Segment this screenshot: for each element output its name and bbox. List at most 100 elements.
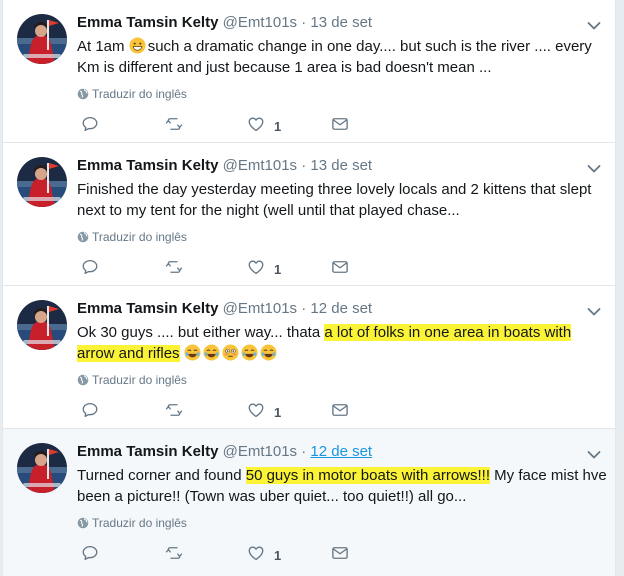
tweet-text-segment: such a dramatic change in one day.... bu… bbox=[77, 38, 592, 76]
avatar-photo bbox=[17, 157, 67, 207]
reply-icon bbox=[81, 258, 99, 281]
chevron-down-icon[interactable] bbox=[587, 161, 601, 173]
message-button[interactable] bbox=[331, 116, 349, 136]
envelope-icon bbox=[331, 401, 349, 424]
avatar-photo bbox=[17, 443, 67, 493]
tears-of-joy-emoji bbox=[184, 344, 201, 361]
translate-label: Traduzir do inglês bbox=[92, 230, 187, 244]
heart-icon bbox=[247, 401, 265, 424]
message-button[interactable] bbox=[331, 402, 349, 422]
tweet-text-segment: Ok 30 guys .... but either way... thata bbox=[77, 324, 325, 341]
author-handle[interactable]: @Emt101s bbox=[223, 300, 297, 317]
tweet-text: Finished the day yesterday meeting three… bbox=[77, 179, 611, 221]
reply-button[interactable] bbox=[81, 402, 99, 422]
tweet[interactable]: Emma Tamsin Kelty @Emt101s · 13 de set A… bbox=[3, 0, 615, 143]
author-handle[interactable]: @Emt101s bbox=[223, 14, 297, 31]
tweet[interactable]: Emma Tamsin Kelty @Emt101s · 13 de set F… bbox=[3, 143, 615, 286]
chevron-down-icon[interactable] bbox=[587, 304, 601, 316]
separator: · bbox=[301, 300, 307, 317]
like-count: 1 bbox=[274, 404, 282, 420]
tears-of-joy-emoji bbox=[241, 344, 258, 361]
retweet-icon bbox=[165, 401, 183, 424]
retweet-button[interactable] bbox=[165, 259, 183, 279]
separator: · bbox=[301, 14, 307, 31]
avatar-photo bbox=[17, 14, 67, 64]
avatar-photo bbox=[17, 300, 67, 350]
message-button[interactable] bbox=[331, 545, 349, 565]
retweet-button[interactable] bbox=[165, 116, 183, 136]
reply-button[interactable] bbox=[81, 259, 99, 279]
chevron-down-icon[interactable] bbox=[587, 447, 601, 459]
message-button[interactable] bbox=[331, 259, 349, 279]
tweet-actions: 1 bbox=[81, 545, 381, 565]
author-handle[interactable]: @Emt101s bbox=[223, 443, 297, 460]
author-handle[interactable]: @Emt101s bbox=[223, 157, 297, 174]
tweet-header: Emma Tamsin Kelty @Emt101s · 13 de set bbox=[77, 156, 372, 176]
tears-of-joy-emoji bbox=[203, 344, 220, 361]
avatar[interactable] bbox=[17, 157, 67, 207]
author-name[interactable]: Emma Tamsin Kelty bbox=[77, 14, 218, 31]
tweet-text: At 1am such a dramatic change in one day… bbox=[77, 36, 611, 78]
tweet[interactable]: Emma Tamsin Kelty @Emt101s · 12 de set O… bbox=[3, 286, 615, 429]
heart-icon bbox=[247, 115, 265, 138]
reply-button[interactable] bbox=[81, 116, 99, 136]
globe-icon bbox=[77, 516, 92, 530]
reply-icon bbox=[81, 115, 99, 138]
translate-label: Traduzir do inglês bbox=[92, 87, 187, 101]
translate-label: Traduzir do inglês bbox=[92, 516, 187, 530]
retweet-button[interactable] bbox=[165, 402, 183, 422]
envelope-icon bbox=[331, 115, 349, 138]
globe-icon bbox=[77, 87, 92, 101]
tweet-text-segment: At 1am bbox=[77, 38, 129, 55]
heart-icon bbox=[247, 258, 265, 281]
tweet-actions: 1 bbox=[81, 402, 381, 422]
like-count: 1 bbox=[274, 118, 282, 134]
like-count: 1 bbox=[274, 261, 282, 277]
tweet-actions: 1 bbox=[81, 116, 381, 136]
like-count: 1 bbox=[274, 547, 282, 563]
grinning-face-emoji bbox=[129, 37, 146, 54]
tears-of-joy-emoji bbox=[260, 344, 277, 361]
tweet-text: Ok 30 guys .... but either way... thata … bbox=[77, 322, 611, 364]
retweet-icon bbox=[165, 258, 183, 281]
like-button[interactable]: 1 bbox=[247, 259, 281, 279]
separator: · bbox=[301, 157, 307, 174]
reply-icon bbox=[81, 401, 99, 424]
translate-link[interactable]: Traduzir do inglês bbox=[77, 229, 187, 245]
retweet-icon bbox=[165, 115, 183, 138]
retweet-icon bbox=[165, 544, 183, 567]
retweet-button[interactable] bbox=[165, 545, 183, 565]
flushed-face-emoji bbox=[222, 344, 239, 361]
tweet-date[interactable]: 12 de set bbox=[310, 300, 372, 317]
tweet-date[interactable]: 13 de set bbox=[310, 14, 372, 31]
timeline: Emma Tamsin Kelty @Emt101s · 13 de set A… bbox=[2, 0, 616, 576]
tweet-date[interactable]: 13 de set bbox=[310, 157, 372, 174]
tweet-text-segment: Finished the day yesterday meeting three… bbox=[77, 181, 592, 219]
tweet[interactable]: Emma Tamsin Kelty @Emt101s · 12 de set T… bbox=[3, 429, 615, 576]
avatar[interactable] bbox=[17, 14, 67, 64]
translate-label: Traduzir do inglês bbox=[92, 373, 187, 387]
tweet-text: Turned corner and found 50 guys in motor… bbox=[77, 465, 611, 507]
like-button[interactable]: 1 bbox=[247, 116, 281, 136]
globe-icon bbox=[77, 373, 92, 387]
translate-link[interactable]: Traduzir do inglês bbox=[77, 86, 187, 102]
chevron-down-icon[interactable] bbox=[587, 18, 601, 30]
tweet-actions: 1 bbox=[81, 259, 381, 279]
avatar[interactable] bbox=[17, 300, 67, 350]
author-name[interactable]: Emma Tamsin Kelty bbox=[77, 443, 218, 460]
author-name[interactable]: Emma Tamsin Kelty bbox=[77, 300, 218, 317]
avatar[interactable] bbox=[17, 443, 67, 493]
like-button[interactable]: 1 bbox=[247, 545, 281, 565]
like-button[interactable]: 1 bbox=[247, 402, 281, 422]
tweet-date[interactable]: 12 de set bbox=[310, 443, 372, 460]
tweet-header: Emma Tamsin Kelty @Emt101s · 12 de set bbox=[77, 442, 372, 462]
author-name[interactable]: Emma Tamsin Kelty bbox=[77, 157, 218, 174]
tweet-header: Emma Tamsin Kelty @Emt101s · 12 de set bbox=[77, 299, 372, 319]
reply-icon bbox=[81, 544, 99, 567]
envelope-icon bbox=[331, 544, 349, 567]
separator: · bbox=[301, 443, 307, 460]
tweet-text-segment: Turned corner and found bbox=[77, 467, 246, 484]
translate-link[interactable]: Traduzir do inglês bbox=[77, 372, 187, 388]
translate-link[interactable]: Traduzir do inglês bbox=[77, 515, 187, 531]
reply-button[interactable] bbox=[81, 545, 99, 565]
